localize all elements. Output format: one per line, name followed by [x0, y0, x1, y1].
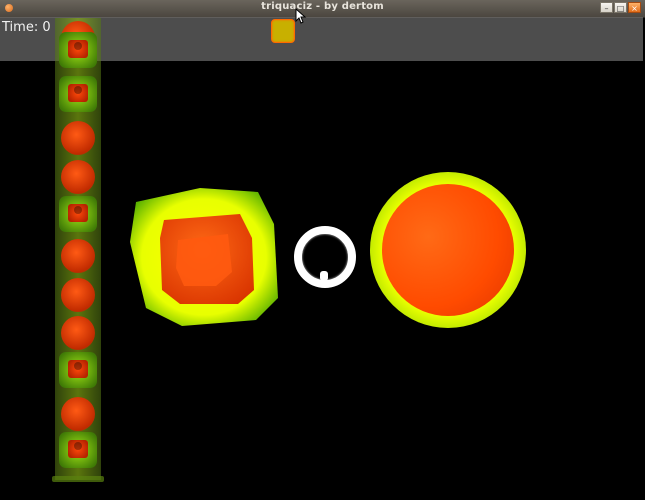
tower-circle-piece[interactable]: [58, 275, 98, 315]
close-button[interactable]: ×: [628, 2, 641, 13]
time-label: Time: 0: [2, 20, 51, 35]
tower-base: [52, 476, 104, 482]
tower-circle-piece[interactable]: [58, 394, 98, 434]
ring-notch: [320, 271, 328, 281]
circle-icon: [61, 278, 95, 312]
piece-tower: [49, 18, 109, 482]
game-window: triquaciz - by dertom – □ × Time: 0: [0, 0, 645, 500]
square-shade: [74, 206, 82, 214]
tower-circle-piece[interactable]: [58, 157, 98, 197]
circle-icon: [61, 121, 95, 155]
square-shade: [74, 42, 82, 50]
window-title: triquaciz - by dertom: [261, 1, 384, 12]
maximize-button[interactable]: □: [614, 2, 627, 13]
circle-icon: [61, 160, 95, 194]
minimize-button[interactable]: –: [600, 2, 613, 13]
tower-square-piece[interactable]: [58, 430, 98, 470]
circle-icon: [61, 397, 95, 431]
window-controls: – □ ×: [600, 2, 641, 14]
circle-inner-shape: [382, 184, 514, 316]
board-circle-piece[interactable]: [370, 172, 526, 328]
square-shade: [74, 86, 82, 94]
tower-circle-piece[interactable]: [58, 313, 98, 353]
board-square-piece[interactable]: [128, 180, 280, 330]
circle-icon: [61, 239, 95, 273]
tower-square-piece[interactable]: [58, 194, 98, 234]
square-shade: [74, 442, 82, 450]
board-ring-piece[interactable]: [290, 222, 358, 290]
tower-circle-piece[interactable]: [58, 118, 98, 158]
tower-square-piece[interactable]: [58, 74, 98, 114]
tower-square-piece[interactable]: [58, 350, 98, 390]
tower-circle-piece[interactable]: [58, 236, 98, 276]
square-shade: [74, 362, 82, 370]
title-bar[interactable]: triquaciz - by dertom – □ ×: [0, 0, 645, 18]
square-core-shape: [176, 234, 232, 286]
tower-square-piece[interactable]: [58, 30, 98, 70]
yellow-square-icon[interactable]: [271, 19, 295, 43]
circle-icon: [61, 316, 95, 350]
